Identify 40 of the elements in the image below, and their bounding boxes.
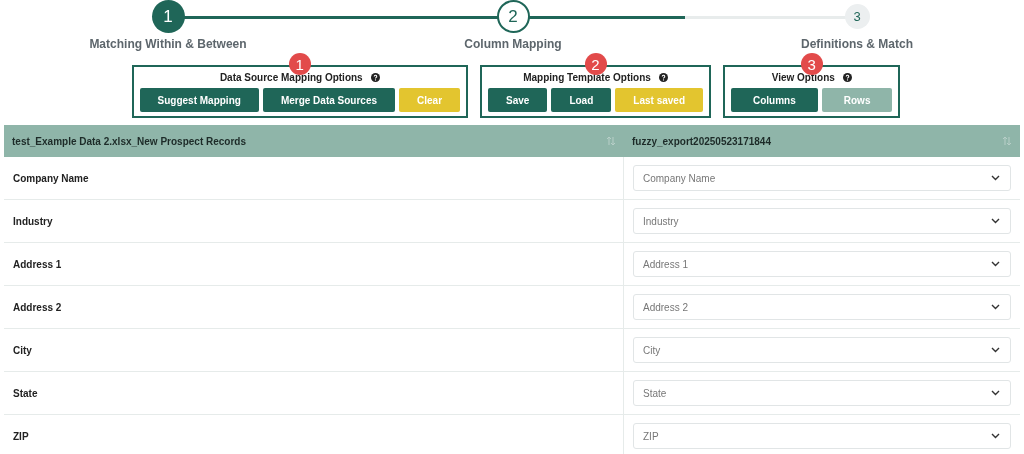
step-label: Definitions & Match — [801, 37, 913, 51]
table-cell: Address 1 — [13, 258, 62, 270]
step-label: Column Mapping — [464, 37, 562, 51]
table-cell: State — [13, 387, 38, 399]
mapping-select[interactable]: ZIP — [633, 423, 1011, 449]
action-button[interactable]: Suggest Mapping — [139, 88, 259, 112]
mapping-select[interactable]: Address 1 — [633, 251, 1011, 277]
mapping-select[interactable]: State — [633, 380, 1011, 406]
mapping-select[interactable]: Address 2 — [633, 294, 1011, 320]
column-header[interactable]: fuzzy_export20250523171844 — [632, 135, 771, 147]
column-header[interactable]: test_Example Data 2.xlsx_New Prospect Records — [12, 135, 246, 147]
chevron-down-icon — [991, 347, 1000, 353]
help-icon[interactable] — [658, 73, 668, 82]
step-circle[interactable]: 1 — [151, 0, 185, 33]
chevron-down-icon — [991, 304, 1000, 310]
mapping-select[interactable]: Company Name — [633, 165, 1011, 191]
step-circle[interactable]: 3 — [844, 4, 870, 29]
chevron-down-icon — [991, 218, 1000, 224]
mapping-select[interactable]: Industry — [633, 208, 1011, 234]
panel-title: Mapping Template Options — [523, 72, 651, 83]
table-cell: City — [13, 344, 32, 356]
step-circle[interactable]: 2 — [496, 0, 530, 33]
help-icon[interactable] — [370, 73, 380, 82]
action-button[interactable]: Merge Data Sources — [262, 88, 396, 112]
chevron-down-icon — [991, 433, 1000, 439]
action-button[interactable]: Columns — [731, 88, 818, 112]
panel-title: Data Source Mapping Options — [219, 72, 363, 83]
action-button[interactable]: Load — [551, 88, 612, 112]
mapping-select[interactable]: City — [633, 337, 1011, 363]
table-cell: Address 2 — [13, 301, 62, 313]
chevron-down-icon — [991, 390, 1000, 396]
table-cell: Industry — [13, 215, 53, 227]
step-label: Matching Within & Between — [89, 37, 247, 51]
action-button[interactable]: Save — [488, 88, 548, 112]
table-cell: ZIP — [13, 430, 29, 442]
table-cell: Company Name — [13, 172, 89, 184]
chevron-down-icon — [991, 175, 1000, 181]
chevron-down-icon — [991, 261, 1000, 267]
help-icon[interactable] — [842, 73, 852, 82]
panel-title: View Options — [771, 72, 835, 83]
